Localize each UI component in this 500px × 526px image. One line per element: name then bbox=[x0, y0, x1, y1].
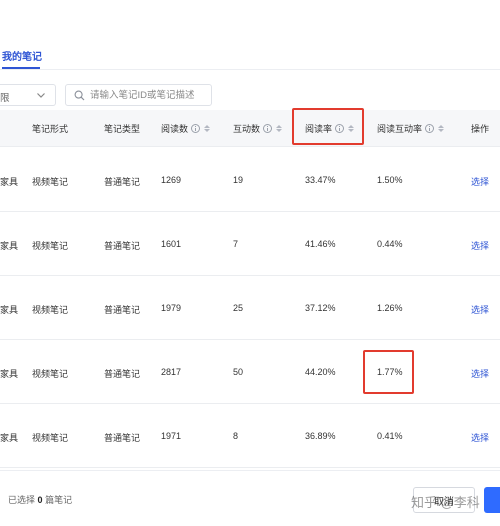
row-type: 普通笔记 bbox=[104, 241, 141, 251]
search-icon bbox=[74, 90, 85, 101]
row-interactions: 8 bbox=[233, 431, 239, 441]
sort-icon[interactable] bbox=[438, 125, 445, 132]
row-name: 家具 bbox=[0, 177, 19, 187]
table-header: 笔记形式 笔记类型 阅读数 互动数 阅读率 阅读互动率 操作 bbox=[0, 110, 500, 147]
sort-icon[interactable] bbox=[204, 125, 211, 132]
filter-select-value: 限 bbox=[0, 93, 10, 104]
row-name: 家具 bbox=[0, 241, 19, 251]
row-form: 视频笔记 bbox=[32, 433, 69, 443]
row-interactions: 7 bbox=[233, 239, 239, 249]
table-row: 家具 视频笔记 普通笔记 1979 25 37.12% 1.26% 选择 bbox=[0, 276, 500, 340]
row-name: 家具 bbox=[0, 433, 19, 443]
column-header-actions: 操作 bbox=[471, 124, 490, 134]
row-reads: 2817 bbox=[161, 367, 182, 377]
column-header-type: 笔记类型 bbox=[104, 124, 141, 134]
info-icon[interactable] bbox=[191, 124, 201, 133]
row-reads: 1269 bbox=[161, 175, 182, 185]
chevron-down-icon bbox=[37, 93, 45, 98]
highlight-box-interaction-rate bbox=[363, 350, 414, 394]
row-form: 视频笔记 bbox=[32, 241, 69, 251]
footer-divider bbox=[0, 470, 500, 471]
search-box[interactable] bbox=[65, 84, 212, 106]
column-header-interaction-rate[interactable]: 阅读互动率 bbox=[377, 122, 445, 135]
column-header-reads[interactable]: 阅读数 bbox=[161, 122, 211, 135]
select-link[interactable]: 选择 bbox=[471, 239, 489, 252]
row-interaction-rate: 1.26% bbox=[377, 303, 403, 313]
table-row: 家具 视频笔记 普通笔记 1601 7 41.46% 0.44% 选择 bbox=[0, 212, 500, 276]
select-link[interactable]: 选择 bbox=[471, 175, 489, 188]
row-interaction-rate: 0.44% bbox=[377, 239, 403, 249]
row-reads: 1979 bbox=[161, 303, 182, 313]
row-type: 普通笔记 bbox=[104, 369, 141, 379]
row-name: 家具 bbox=[0, 369, 19, 379]
table-row: 家具 视频笔记 普通笔记 1971 8 36.89% 0.41% 选择 bbox=[0, 404, 500, 468]
row-interaction-rate: 0.41% bbox=[377, 431, 403, 441]
confirm-button[interactable] bbox=[484, 487, 500, 513]
row-form: 视频笔记 bbox=[32, 177, 69, 187]
row-form: 视频笔记 bbox=[32, 305, 69, 315]
tab-my-notes[interactable]: 我的笔记 bbox=[2, 48, 42, 66]
row-read-rate: 41.46% bbox=[305, 239, 336, 249]
row-form: 视频笔记 bbox=[32, 369, 69, 379]
select-link[interactable]: 选择 bbox=[471, 431, 489, 444]
row-read-rate: 37.12% bbox=[305, 303, 336, 313]
row-type: 普通笔记 bbox=[104, 305, 141, 315]
column-header-form: 笔记形式 bbox=[32, 124, 69, 134]
sort-icon[interactable] bbox=[276, 125, 283, 132]
select-link[interactable]: 选择 bbox=[471, 303, 489, 316]
row-name: 家具 bbox=[0, 305, 19, 315]
row-read-rate: 33.47% bbox=[305, 175, 336, 185]
filter-select[interactable]: 限 bbox=[0, 84, 56, 106]
column-header-interactions[interactable]: 互动数 bbox=[233, 122, 283, 135]
row-type: 普通笔记 bbox=[104, 433, 141, 443]
search-input[interactable] bbox=[90, 88, 208, 102]
row-interactions: 25 bbox=[233, 303, 244, 313]
table-row: 家具 视频笔记 普通笔记 2817 50 44.20% 1.77% 选择 bbox=[0, 340, 500, 404]
info-icon[interactable] bbox=[425, 124, 435, 133]
info-icon[interactable] bbox=[263, 124, 273, 133]
row-interactions: 50 bbox=[233, 367, 244, 377]
row-read-rate: 44.20% bbox=[305, 367, 336, 377]
select-link[interactable]: 选择 bbox=[471, 367, 489, 380]
table-row: 家具 视频笔记 普通笔记 1269 19 33.47% 1.50% 选择 bbox=[0, 148, 500, 212]
row-reads: 1601 bbox=[161, 239, 182, 249]
row-type: 普通笔记 bbox=[104, 177, 141, 187]
row-read-rate: 36.89% bbox=[305, 431, 336, 441]
highlight-box-read-rate bbox=[292, 108, 364, 145]
selection-count: 已选择 0 篇笔记 bbox=[8, 495, 73, 505]
row-interaction-rate: 1.50% bbox=[377, 175, 403, 185]
row-interactions: 19 bbox=[233, 175, 244, 185]
cancel-button[interactable]: 取消 bbox=[413, 487, 475, 513]
row-reads: 1971 bbox=[161, 431, 182, 441]
tab-divider bbox=[0, 69, 500, 70]
